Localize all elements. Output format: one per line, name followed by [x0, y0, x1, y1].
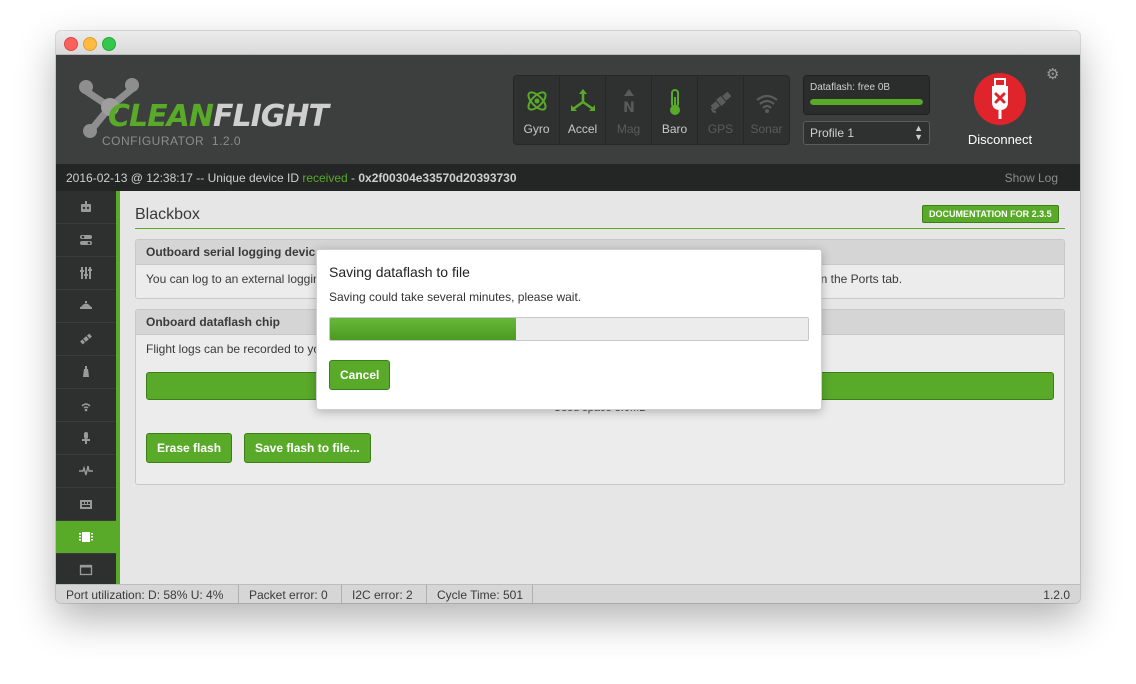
logo-subtitle: CONFIGURATOR 1.2.0	[102, 134, 241, 148]
packet-error: Packet error: 0	[249, 588, 328, 602]
app-window: CLEANFLIGHT CONFIGURATOR 1.2.0 Gyro Acce…	[56, 31, 1080, 603]
mag-icon: N	[616, 88, 642, 121]
motors-icon	[83, 366, 89, 377]
status-bar: Port utilization: D: 58% U: 4% Packet er…	[56, 584, 1080, 603]
device-id: 0x2f00304e33570d20393730	[358, 171, 517, 185]
sensor-accel-label: Accel	[567, 122, 598, 136]
accel-icon	[570, 88, 596, 119]
sidebar-item-cli[interactable]	[56, 488, 116, 521]
sidebar-item-sensors[interactable]	[56, 422, 116, 455]
window-close-button[interactable]	[64, 37, 78, 51]
sensor-sonar: Sonar	[744, 76, 789, 144]
sidebar-item-pid-tuning[interactable]	[56, 290, 116, 323]
pid-tuning-icon	[80, 301, 92, 309]
save-progress-bar	[329, 317, 809, 341]
window-minimize-button[interactable]	[83, 37, 97, 51]
saving-dialog: Saving dataflash to file Saving could ta…	[316, 249, 822, 410]
svg-text:N: N	[623, 100, 635, 116]
title-divider	[135, 228, 1065, 229]
gps-icon	[708, 88, 734, 119]
sidebar	[56, 191, 118, 587]
sensor-gyro: Gyro	[514, 76, 560, 144]
cancel-button[interactable]: Cancel	[329, 360, 391, 390]
log-sep: -	[347, 171, 359, 185]
sensor-baro: Baro	[652, 76, 698, 144]
header: CLEANFLIGHT CONFIGURATOR 1.2.0 Gyro Acce…	[56, 55, 1080, 164]
save-flash-button[interactable]: Save flash to file...	[244, 433, 371, 463]
sensor-gps: GPS	[698, 76, 744, 144]
log-prefix: 2016-02-13 @ 12:38:17 -- Unique device I…	[66, 171, 303, 185]
sidebar-item-ports[interactable]	[56, 224, 116, 257]
window-icon	[79, 564, 93, 576]
log-message: 2016-02-13 @ 12:38:17 -- Unique device I…	[66, 171, 517, 185]
sensor-gps-label: GPS	[707, 122, 734, 136]
erase-flash-button[interactable]: Erase flash	[146, 433, 233, 463]
sensor-mag: N Mag	[606, 76, 652, 144]
gyro-icon	[524, 88, 550, 119]
sidebar-item-motors[interactable]	[56, 356, 116, 389]
dataflash-status: Dataflash: free 0B	[803, 75, 930, 115]
dataflash-usage-fill	[810, 99, 923, 105]
subtitle-text: CONFIGURATOR	[102, 134, 205, 148]
cli-icon	[80, 500, 92, 509]
sidebar-item-setup[interactable]	[56, 191, 116, 224]
documentation-button[interactable]: DOCUMENTATION FOR 2.3.5	[922, 205, 1059, 223]
usb-disconnect-icon	[974, 73, 1026, 125]
sensors-icon	[82, 432, 90, 444]
sidebar-item-dataflash[interactable]	[56, 521, 116, 554]
logo-flight: FLIGHT	[212, 99, 329, 134]
window-maximize-button[interactable]	[102, 37, 116, 51]
dataflash-label: Dataflash: free 0B	[810, 82, 891, 93]
disconnect-button[interactable]	[973, 72, 1027, 126]
ports-icon	[80, 235, 92, 245]
disconnect-label: Disconnect	[967, 132, 1033, 147]
gps-icon	[80, 333, 92, 345]
cycle-time: Cycle Time: 501	[437, 588, 524, 602]
sensor-accel: Accel	[560, 76, 606, 144]
log-received: received	[302, 171, 348, 185]
profile-select[interactable]: Profile 1 ▲ ▼	[803, 121, 930, 145]
dataflash-usage-bar	[810, 99, 923, 105]
logging-icon	[79, 465, 93, 476]
page-title: Blackbox	[135, 206, 200, 223]
configuration-icon	[80, 267, 92, 279]
sensor-sonar-label: Sonar	[750, 122, 783, 136]
subtitle-version: 1.2.0	[211, 134, 242, 148]
logo-clean: CLEAN	[108, 99, 214, 134]
sensor-status-panel: Gyro Accel N Mag Baro GPS Sonar	[513, 75, 790, 145]
title-bar	[56, 31, 1080, 55]
sensor-mag-label: Mag	[616, 122, 641, 136]
profile-select-value: Profile 1	[810, 126, 855, 140]
sidebar-item-configuration[interactable]	[56, 257, 116, 290]
app-version: 1.2.0	[1043, 588, 1070, 602]
sidebar-item-window[interactable]	[56, 554, 116, 587]
i2c-error: I2C error: 2	[352, 588, 413, 602]
show-log-link[interactable]: Show Log	[1005, 171, 1058, 185]
sidebar-item-logging[interactable]	[56, 455, 116, 488]
baro-icon	[662, 88, 688, 121]
dialog-message: Saving could take several minutes, pleas…	[329, 290, 582, 304]
status-divider	[532, 585, 533, 603]
sonar-icon	[752, 88, 782, 119]
status-divider	[426, 585, 427, 603]
dialog-title: Saving dataflash to file	[329, 264, 470, 280]
setup-icon	[81, 201, 91, 212]
sidebar-item-led-strip[interactable]	[56, 389, 116, 422]
select-arrows-icon: ▲ ▼	[914, 123, 923, 142]
status-divider	[341, 585, 342, 603]
logo-text: CLEANFLIGHT	[108, 99, 329, 134]
sensor-gyro-label: Gyro	[523, 122, 550, 136]
status-divider	[238, 585, 239, 603]
save-progress-fill	[330, 318, 517, 340]
dataflash-icon	[79, 532, 93, 542]
port-utilization: Port utilization: D: 58% U: 4%	[66, 588, 224, 602]
sensor-baro-label: Baro	[661, 122, 688, 136]
settings-gear-icon[interactable]: ⚙	[1046, 65, 1059, 83]
sidebar-item-gps[interactable]	[56, 323, 116, 356]
led-strip-icon	[81, 403, 91, 412]
log-bar: 2016-02-13 @ 12:38:17 -- Unique device I…	[56, 164, 1080, 191]
